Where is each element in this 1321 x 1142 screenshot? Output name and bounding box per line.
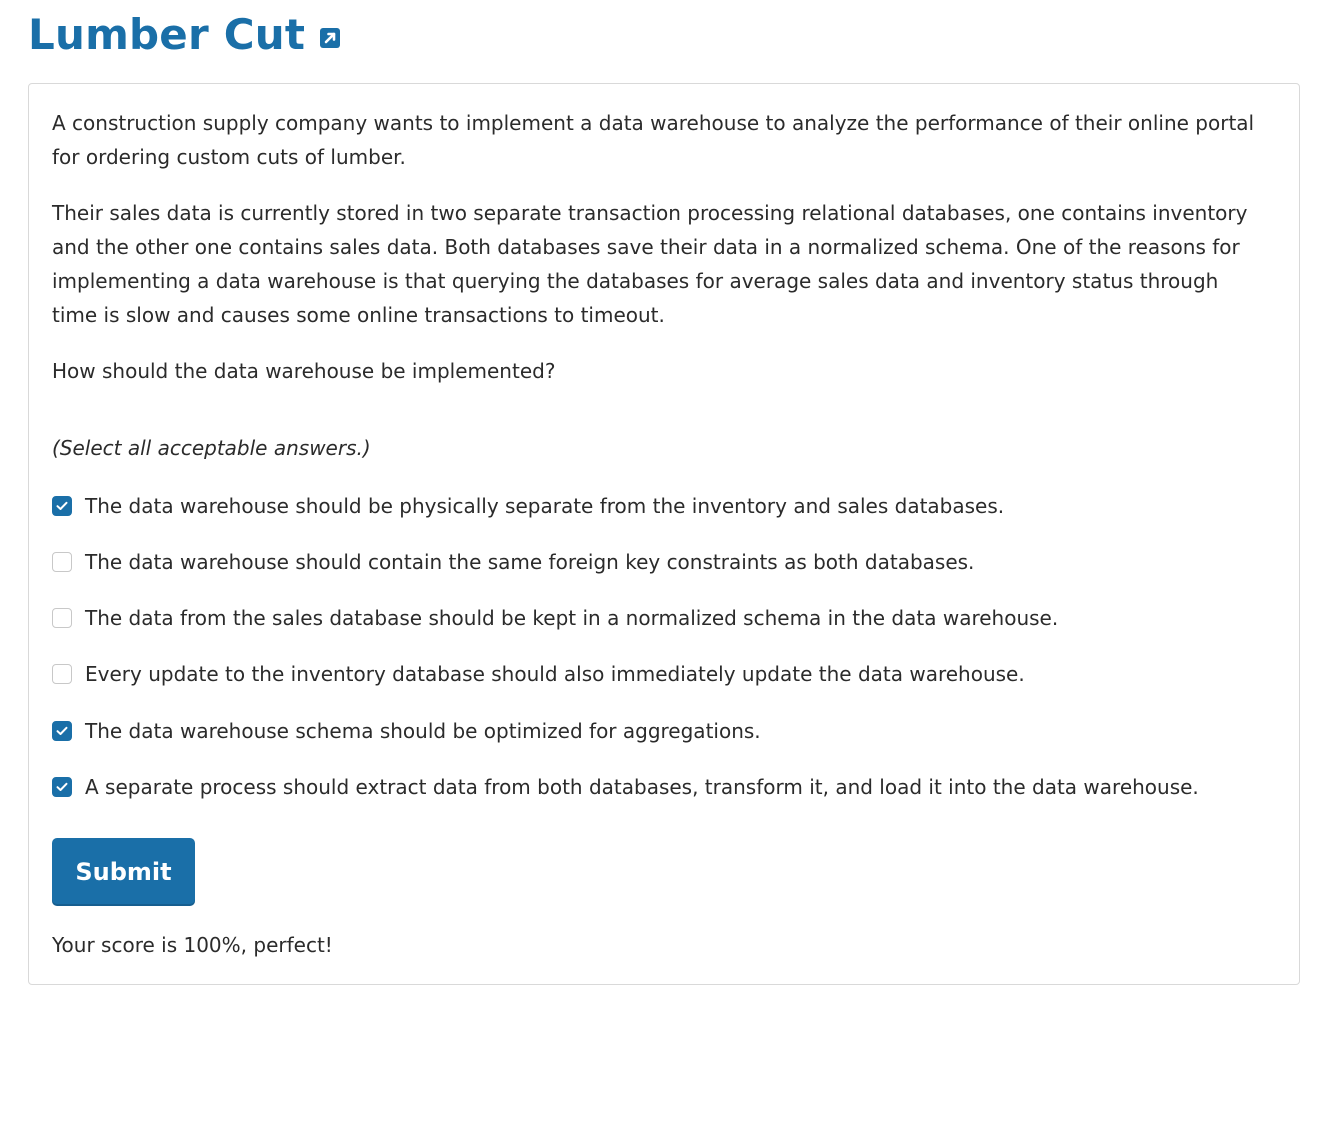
submit-button[interactable]: Submit <box>52 838 195 906</box>
checkbox[interactable] <box>52 777 72 797</box>
check-icon <box>56 726 68 735</box>
option-label: The data warehouse should contain the sa… <box>85 550 975 574</box>
checkbox[interactable] <box>52 552 72 572</box>
answer-option[interactable]: The data warehouse should be physically … <box>52 491 1004 521</box>
check-icon <box>56 501 68 510</box>
option-label: The data warehouse should be physically … <box>85 494 1005 518</box>
external-link-icon[interactable] <box>319 27 341 49</box>
answer-option[interactable]: The data warehouse schema should be opti… <box>52 716 761 746</box>
answer-option[interactable]: Every update to the inventory database s… <box>52 659 1025 689</box>
checkbox[interactable] <box>52 608 72 628</box>
option-label: The data warehouse schema should be opti… <box>85 719 761 743</box>
option-label: Every update to the inventory database s… <box>85 662 1025 686</box>
answer-option[interactable]: The data from the sales database should … <box>52 603 1058 633</box>
checkbox[interactable] <box>52 664 72 684</box>
question-prompt: How should the data warehouse be impleme… <box>52 359 556 383</box>
score-message: Your score is 100%, perfect! <box>52 933 333 957</box>
answer-option[interactable]: The data warehouse should contain the sa… <box>52 547 974 577</box>
page-title: Lumber Cut <box>28 10 306 59</box>
question-intro: A construction supply company wants to i… <box>52 111 1255 169</box>
checkbox[interactable] <box>52 496 72 516</box>
answer-option[interactable]: A separate process should extract data f… <box>52 772 1199 802</box>
checkbox[interactable] <box>52 721 72 741</box>
option-label: A separate process should extract data f… <box>85 775 1199 799</box>
question-context: Their sales data is currently stored in … <box>52 201 1248 327</box>
option-label: The data from the sales database should … <box>85 606 1059 630</box>
title-row: Lumber Cut <box>28 8 341 62</box>
check-icon <box>56 782 68 791</box>
question-instruction: (Select all acceptable answers.) <box>52 436 371 460</box>
question-card: A construction supply company wants to i… <box>28 83 1300 985</box>
